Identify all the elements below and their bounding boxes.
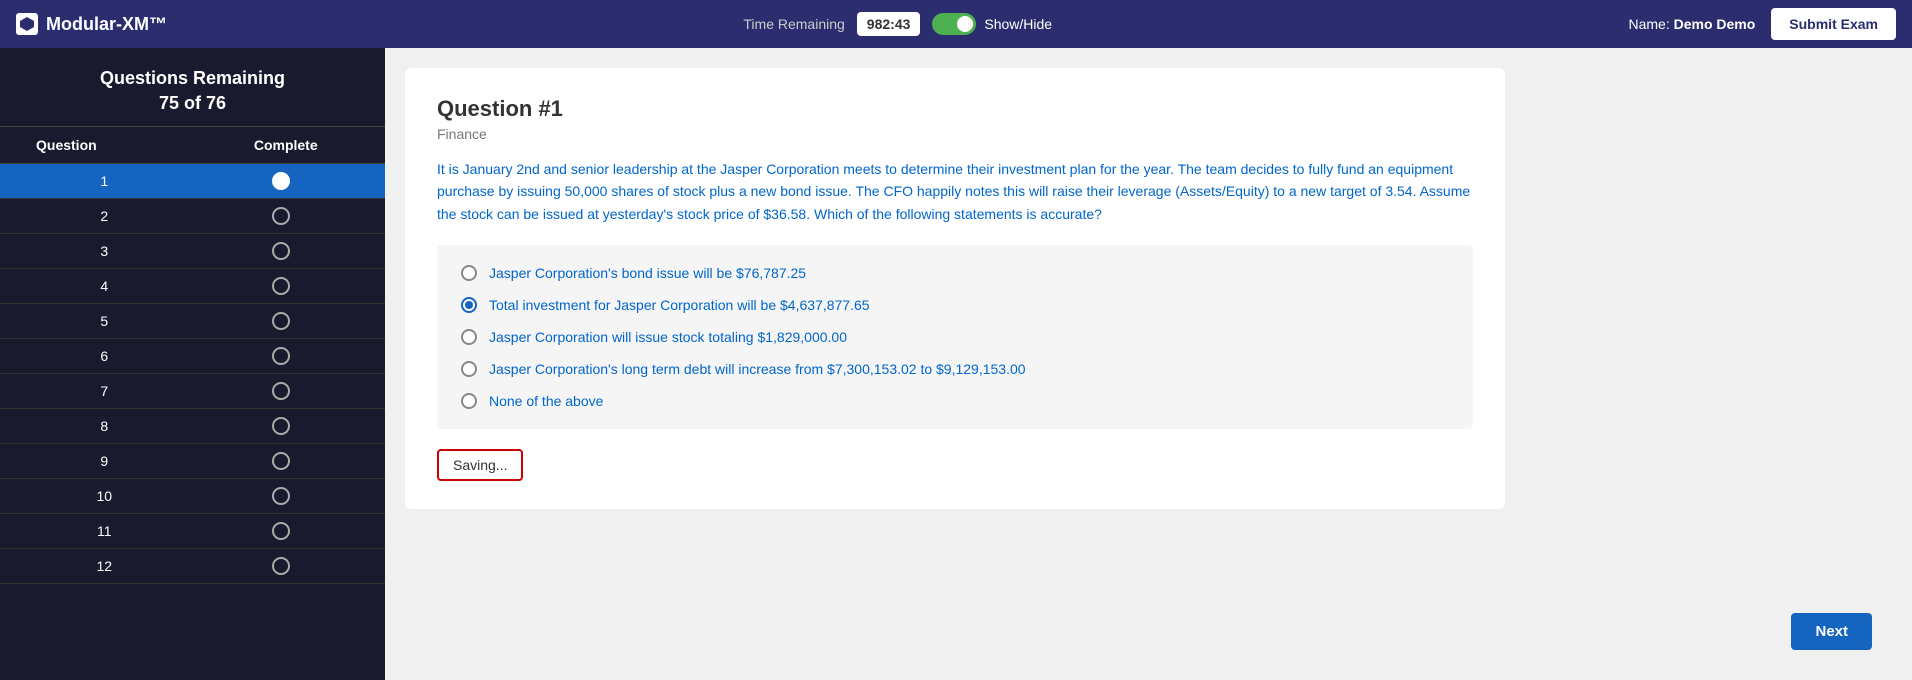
circle-empty-icon [272, 487, 290, 505]
radio-button [461, 297, 477, 313]
answer-option[interactable]: None of the above [461, 393, 1449, 409]
row-circle [193, 417, 370, 435]
submit-exam-button[interactable]: Submit Exam [1771, 8, 1896, 40]
answer-text: Total investment for Jasper Corporation … [489, 297, 870, 313]
answer-text: None of the above [489, 393, 603, 409]
header-left: Modular-XM™ [16, 13, 167, 35]
circle-empty-icon [272, 557, 290, 575]
row-circle [193, 347, 370, 365]
question-title: Question #1 [437, 96, 1473, 122]
sidebar-row[interactable]: 3 [0, 234, 385, 269]
time-remaining-value: 982:43 [857, 12, 921, 36]
logo-text: Modular-XM™ [46, 14, 167, 35]
row-circle [193, 242, 370, 260]
user-name-value: Demo Demo [1674, 16, 1756, 32]
radio-button [461, 361, 477, 377]
row-number: 3 [16, 243, 193, 259]
question-category: Finance [437, 126, 1473, 142]
next-button[interactable]: Next [1791, 613, 1872, 650]
circle-empty-icon [272, 207, 290, 225]
row-number: 7 [16, 383, 193, 399]
sidebar-row[interactable]: 11 [0, 514, 385, 549]
circle-empty-icon [272, 452, 290, 470]
col-complete-header: Complete [203, 137, 370, 153]
sidebar: Questions Remaining 75 of 76 Question Co… [0, 48, 385, 680]
user-label: Name: [1628, 16, 1669, 32]
time-remaining-label: Time Remaining [743, 16, 844, 32]
sidebar-row[interactable]: 5 [0, 304, 385, 339]
header: Modular-XM™ Time Remaining 982:43 Show/H… [0, 0, 1912, 48]
radio-button [461, 329, 477, 345]
row-number: 12 [16, 558, 193, 574]
row-number: 5 [16, 313, 193, 329]
sidebar-header: Questions Remaining 75 of 76 [0, 48, 385, 127]
sidebar-columns: Question Complete [0, 127, 385, 164]
col-question-header: Question [16, 137, 203, 153]
show-hide-label: Show/Hide [984, 16, 1052, 32]
sidebar-rows: 1 2 3 4 5 6 7 8 [0, 164, 385, 584]
question-card: Question #1 Finance It is January 2nd an… [405, 68, 1505, 509]
saving-button[interactable]: Saving... [437, 449, 523, 481]
sidebar-title: Questions Remaining [16, 68, 369, 89]
header-right: Name: Demo Demo Submit Exam [1628, 8, 1896, 40]
circle-empty-icon [272, 522, 290, 540]
sidebar-row[interactable]: 8 [0, 409, 385, 444]
answer-text: Jasper Corporation's long term debt will… [489, 361, 1026, 377]
user-name: Name: Demo Demo [1628, 16, 1755, 32]
answer-option[interactable]: Jasper Corporation's bond issue will be … [461, 265, 1449, 281]
answers-box: Jasper Corporation's bond issue will be … [437, 245, 1473, 429]
circle-empty-icon [272, 347, 290, 365]
row-number: 9 [16, 453, 193, 469]
answer-option[interactable]: Total investment for Jasper Corporation … [461, 297, 1449, 313]
row-number: 4 [16, 278, 193, 294]
question-text: It is January 2nd and senior leadership … [437, 158, 1473, 225]
row-circle [193, 557, 370, 575]
circle-empty-icon [272, 242, 290, 260]
answer-option[interactable]: Jasper Corporation will issue stock tota… [461, 329, 1449, 345]
radio-button [461, 265, 477, 281]
row-circle [193, 522, 370, 540]
row-circle [193, 382, 370, 400]
show-hide-toggle[interactable] [932, 13, 976, 35]
sidebar-row[interactable]: 4 [0, 269, 385, 304]
circle-empty-icon [272, 277, 290, 295]
circle-empty-icon [272, 312, 290, 330]
answer-text: Jasper Corporation will issue stock tota… [489, 329, 847, 345]
content-area: Question #1 Finance It is January 2nd an… [385, 48, 1912, 680]
radio-button [461, 393, 477, 409]
row-number: 6 [16, 348, 193, 364]
row-circle [193, 487, 370, 505]
circle-empty-icon [272, 382, 290, 400]
row-number: 1 [16, 173, 193, 189]
row-number: 10 [16, 488, 193, 504]
sidebar-row[interactable]: 1 [0, 164, 385, 199]
sidebar-subtitle: 75 of 76 [16, 93, 369, 114]
row-circle [193, 207, 370, 225]
row-circle [193, 312, 370, 330]
circle-filled-icon [272, 172, 290, 190]
header-center: Time Remaining 982:43 Show/Hide [743, 12, 1052, 36]
row-number: 11 [16, 523, 193, 539]
sidebar-row[interactable]: 10 [0, 479, 385, 514]
row-number: 2 [16, 208, 193, 224]
row-circle [193, 277, 370, 295]
answer-option[interactable]: Jasper Corporation's long term debt will… [461, 361, 1449, 377]
row-circle [193, 172, 370, 190]
row-circle [193, 452, 370, 470]
sidebar-row[interactable]: 6 [0, 339, 385, 374]
sidebar-row[interactable]: 12 [0, 549, 385, 584]
answer-text: Jasper Corporation's bond issue will be … [489, 265, 806, 281]
sidebar-row[interactable]: 2 [0, 199, 385, 234]
toggle-container: Show/Hide [932, 13, 1052, 35]
row-number: 8 [16, 418, 193, 434]
logo-icon [16, 13, 38, 35]
sidebar-row[interactable]: 7 [0, 374, 385, 409]
sidebar-row[interactable]: 9 [0, 444, 385, 479]
main-layout: Questions Remaining 75 of 76 Question Co… [0, 48, 1912, 680]
circle-empty-icon [272, 417, 290, 435]
